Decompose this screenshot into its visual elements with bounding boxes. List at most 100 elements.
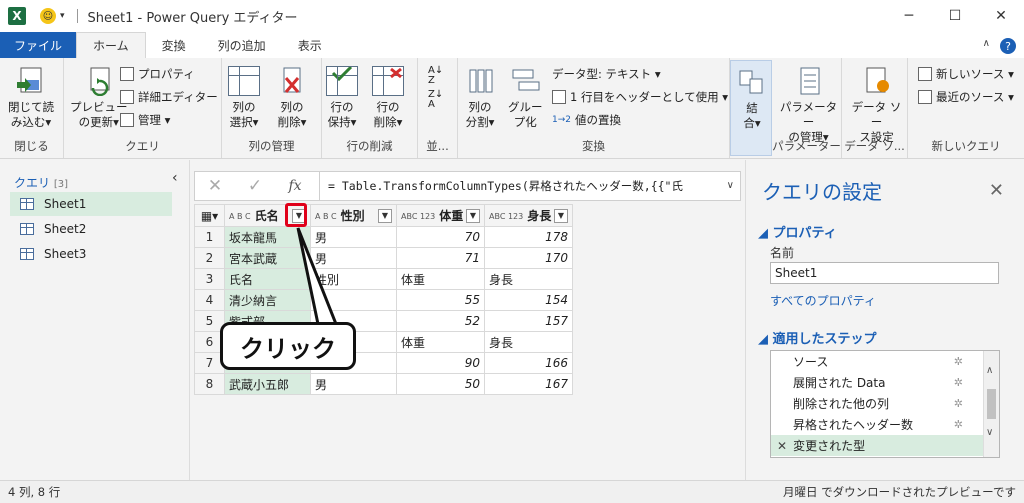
recent-sources-button[interactable]: 最近のソース ▾ bbox=[918, 89, 1014, 105]
table-cell[interactable]: 男 bbox=[310, 373, 397, 395]
tab-file[interactable]: ファイル bbox=[0, 32, 77, 58]
collapse-ribbon-icon[interactable]: ∧ bbox=[983, 38, 990, 49]
gear-icon[interactable]: ✲ bbox=[954, 397, 963, 410]
group-by-button[interactable]: グルー プ化 bbox=[508, 66, 543, 130]
row-number: 1 bbox=[194, 226, 225, 248]
cancel-formula-icon[interactable]: ✕ bbox=[195, 176, 235, 196]
properties-button[interactable]: プロパティ bbox=[120, 66, 195, 82]
type-any-icon: ABC 123 bbox=[401, 211, 436, 221]
highlight-box bbox=[285, 203, 307, 227]
table-cell[interactable]: 体重 bbox=[396, 331, 485, 353]
table-cell[interactable]: 52 bbox=[396, 310, 485, 332]
scroll-up-icon[interactable]: ∧ bbox=[986, 365, 993, 376]
remove-rows-button[interactable]: 行の 削除▾ bbox=[372, 66, 404, 130]
sort-ascending-icon[interactable]: A↓ Z bbox=[428, 66, 443, 86]
refresh-icon bbox=[83, 66, 115, 97]
close-window-button[interactable]: ✕ bbox=[978, 0, 1024, 32]
table-cell[interactable]: 90 bbox=[396, 352, 485, 374]
gear-icon[interactable]: ✲ bbox=[954, 376, 963, 389]
step-item-selected[interactable]: ✕ 変更された型 bbox=[771, 435, 999, 456]
sort-descending-icon[interactable]: Z↓ A bbox=[428, 90, 443, 110]
table-menu-icon[interactable]: ▦▾ bbox=[194, 204, 225, 227]
collapse-pane-icon[interactable]: ‹ bbox=[172, 170, 178, 186]
close-and-load-button[interactable]: 閉じて読 み込む▾ bbox=[8, 66, 54, 130]
table-row: 1 坂本龍馬男 70 178 bbox=[194, 226, 573, 248]
tab-add-column[interactable]: 列の追加 bbox=[202, 32, 282, 58]
maximize-button[interactable]: ☐ bbox=[932, 0, 978, 32]
close-icon[interactable]: ✕ bbox=[989, 180, 1004, 201]
formula-input[interactable]: = Table.TransformColumnTypes(昇格されたヘッダー数,… bbox=[328, 178, 718, 194]
row-number: 2 bbox=[194, 247, 225, 269]
column-header-weight[interactable]: ABC 123 体重 ▼ bbox=[396, 204, 485, 227]
table-cell[interactable]: 武蔵小五郎 bbox=[224, 373, 311, 395]
tab-home[interactable]: ホーム bbox=[76, 32, 146, 58]
manage-label: 管理 ▾ bbox=[138, 113, 171, 127]
query-item-sheet2[interactable]: Sheet2 bbox=[10, 217, 172, 241]
column-header-height[interactable]: ABC 123 身長 ▼ bbox=[484, 204, 573, 227]
confirm-formula-icon[interactable]: ✓ bbox=[235, 176, 275, 196]
scroll-down-icon[interactable]: ∨ bbox=[986, 427, 993, 438]
combine-button[interactable]: 結 合▾ bbox=[730, 60, 772, 156]
minimize-button[interactable]: ─ bbox=[886, 0, 932, 32]
table-cell[interactable]: 体重 bbox=[396, 268, 485, 290]
step-item[interactable]: 削除された他の列 ✲ bbox=[771, 393, 999, 414]
filter-dropdown-icon[interactable]: ▼ bbox=[378, 208, 392, 223]
table-cell[interactable]: 157 bbox=[484, 310, 573, 332]
split-column-button[interactable]: 列の 分割▾ bbox=[464, 66, 496, 130]
table-cell[interactable]: 71 bbox=[396, 247, 485, 269]
column-header-gender[interactable]: A B C 性別 ▼ bbox=[310, 204, 397, 227]
column-header-label: 体重 bbox=[439, 209, 464, 223]
quick-access-dropdown-icon[interactable]: ▾ bbox=[60, 11, 65, 21]
gear-icon[interactable]: ✲ bbox=[954, 355, 963, 368]
manage-button[interactable]: 管理 ▾ bbox=[120, 112, 170, 128]
advanced-editor-label: 詳細エディター bbox=[138, 90, 218, 104]
filter-dropdown-icon[interactable]: ▼ bbox=[554, 208, 568, 223]
advanced-editor-icon bbox=[120, 90, 134, 104]
replace-values-button[interactable]: 1→2 値の置換 bbox=[552, 112, 621, 128]
table-cell[interactable]: 170 bbox=[484, 247, 573, 269]
step-item[interactable]: 昇格されたヘッダー数 ✲ bbox=[771, 414, 999, 435]
expand-formula-icon[interactable]: ∨ bbox=[727, 180, 734, 191]
use-first-row-header-button[interactable]: 1 行目をヘッダーとして使用 ▾ bbox=[552, 89, 728, 105]
steps-scrollbar[interactable]: ∧ ∨ bbox=[983, 351, 999, 457]
data-source-group-label: データ ソ... bbox=[844, 139, 905, 153]
help-icon[interactable]: ? bbox=[1000, 38, 1016, 54]
table-cell[interactable]: 身長 bbox=[484, 331, 573, 353]
all-properties-link[interactable]: すべてのプロパティ bbox=[770, 292, 876, 309]
data-source-settings-button[interactable]: データ ソー ス設定 bbox=[846, 66, 907, 145]
new-source-button[interactable]: 新しいソース ▾ bbox=[918, 66, 1014, 82]
tab-view[interactable]: 表示 bbox=[282, 32, 338, 58]
filter-dropdown-icon[interactable]: ▼ bbox=[466, 208, 480, 223]
table-cell[interactable]: 55 bbox=[396, 289, 485, 311]
gear-icon[interactable]: ✲ bbox=[954, 418, 963, 431]
scrollbar-thumb[interactable] bbox=[987, 389, 996, 419]
refresh-preview-button[interactable]: プレビュー の更新▾ bbox=[70, 66, 128, 130]
tab-transform[interactable]: 変換 bbox=[146, 32, 202, 58]
table-cell[interactable]: 70 bbox=[396, 226, 485, 248]
choose-columns-button[interactable]: 列の 選択▾ bbox=[228, 66, 260, 130]
properties-icon bbox=[120, 67, 134, 81]
query-item-sheet1[interactable]: Sheet1 bbox=[10, 192, 172, 216]
remove-columns-button[interactable]: 列の 削除▾ bbox=[276, 66, 308, 130]
table-cell[interactable]: 166 bbox=[484, 352, 573, 374]
smiley-icon[interactable]: ☺ bbox=[40, 8, 56, 24]
title-bar: X ☺ ▾ Sheet1 - Power Query エディター ─ ☐ ✕ bbox=[0, 0, 1024, 32]
table-cell[interactable]: 50 bbox=[396, 373, 485, 395]
table-cell[interactable]: 178 bbox=[484, 226, 573, 248]
queries-title-text: クエリ bbox=[14, 176, 51, 190]
delete-step-icon[interactable]: ✕ bbox=[777, 439, 787, 453]
fx-icon[interactable]: fx bbox=[275, 178, 315, 194]
table-cell[interactable]: 154 bbox=[484, 289, 573, 311]
table-cell[interactable]: 167 bbox=[484, 373, 573, 395]
data-type-dropdown[interactable]: データ型: テキスト ▾ bbox=[552, 66, 661, 82]
new-query-group-label: 新しいクエリ bbox=[931, 139, 1001, 153]
step-item[interactable]: ソース ✲ bbox=[771, 351, 999, 372]
advanced-editor-button[interactable]: 詳細エディター bbox=[120, 89, 218, 105]
step-item[interactable]: 展開された Data ✲ bbox=[771, 372, 999, 393]
keep-rows-button[interactable]: 行の 保持▾ bbox=[326, 66, 358, 130]
query-item-sheet3[interactable]: Sheet3 bbox=[10, 242, 172, 266]
table-cell[interactable]: 身長 bbox=[484, 268, 573, 290]
manage-parameters-button[interactable]: パラメーター の管理▾ bbox=[776, 66, 841, 145]
data-source-settings-icon bbox=[861, 66, 893, 96]
query-name-input[interactable]: Sheet1 bbox=[770, 262, 999, 284]
